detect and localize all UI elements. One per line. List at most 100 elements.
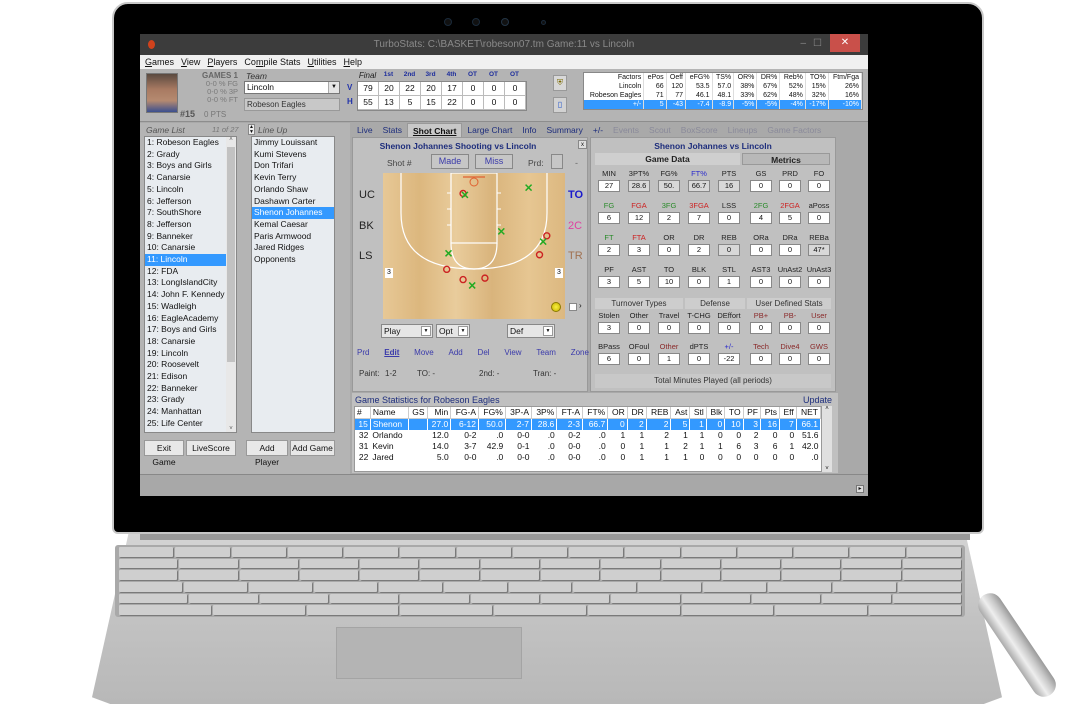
menu-games[interactable]: Games [145, 55, 174, 69]
table-row[interactable]: 31 Kevin 14.0 3-7 42.9 0-1 .0 0-0 .0 0 1 1 2 1 1 6 3 6 1 42… [355, 441, 821, 452]
chevron-down-icon[interactable]: ▼ [328, 82, 339, 93]
status-bar-arrow-icon[interactable]: ▸ [856, 485, 864, 493]
stats-column-header[interactable]: GS [408, 407, 428, 419]
stats-column-header[interactable]: Name [370, 407, 409, 419]
basketball-court[interactable]: 3 3 [383, 173, 565, 319]
stat-input-3fga[interactable]: 7 [688, 212, 710, 224]
link-del[interactable]: Del [478, 348, 490, 357]
stat-input-unast3[interactable]: 0 [808, 276, 830, 288]
add-player-button[interactable]: Add Player [246, 440, 288, 467]
stat-input-fga[interactable]: 12 [628, 212, 650, 224]
made-shot-marker[interactable] [525, 184, 533, 192]
stat-input-2fga[interactable]: 5 [779, 212, 801, 224]
stats-column-header[interactable]: OR [607, 407, 628, 419]
stat-input-dpts[interactable]: 0 [688, 353, 710, 365]
game-list-item[interactable]: 19: Lincoln [145, 348, 236, 360]
2c-label[interactable]: 2C [568, 220, 582, 232]
stat-input-dive4[interactable]: 0 [779, 353, 801, 365]
stat-input-dra[interactable]: 0 [779, 244, 801, 256]
tab-live[interactable]: Live [352, 123, 378, 137]
game-list[interactable]: 1: Robeson Eagles 2: Grady 3: Boys and Gir… [144, 136, 237, 433]
update-link[interactable]: Update [803, 395, 832, 405]
visitor-team-select[interactable]: Lincoln ▼ [244, 81, 340, 94]
play-select[interactable]: Play ▼ [381, 324, 433, 338]
lineup-spinner[interactable]: ▲ ▼ [248, 124, 255, 135]
stats-column-header[interactable]: Eff [779, 407, 797, 419]
stat-input-gs[interactable]: 0 [750, 180, 772, 192]
tab-scout[interactable]: Scout [644, 123, 676, 137]
link-zone[interactable]: Zone [571, 348, 589, 357]
lineup-item[interactable]: Kumi Stevens [252, 149, 334, 161]
stats-column-header[interactable]: FG-A [450, 407, 479, 419]
game-list-item[interactable]: 22: Banneker [145, 383, 236, 395]
stat-input-deffort[interactable]: 0 [718, 322, 740, 334]
lineup-item[interactable]: Jimmy Louissant [252, 137, 334, 149]
menu-help[interactable]: Help [343, 55, 362, 69]
stat-input-ast[interactable]: 5 [628, 276, 650, 288]
stat-input-[interactable]: -22 [718, 353, 740, 365]
exit-game-button[interactable]: Exit Game [144, 440, 184, 467]
made-button[interactable]: Made [431, 154, 469, 169]
toggle-checkbox[interactable] [569, 303, 577, 311]
missed-shot-marker[interactable] [481, 274, 489, 282]
link-move[interactable]: Move [414, 348, 434, 357]
stats-column-header[interactable]: 3P% [531, 407, 558, 419]
tab-summary[interactable]: Summary [542, 123, 588, 137]
to-label[interactable]: TO [568, 189, 583, 201]
tab-lineups[interactable]: Lineups [723, 123, 763, 137]
game-list-item[interactable]: 10: Canarsie [145, 242, 236, 254]
stat-input-tech[interactable]: 0 [750, 353, 772, 365]
three-point-marker-left[interactable]: 3 [385, 268, 393, 278]
game-list-item[interactable]: 3: Boys and Girls [145, 160, 236, 172]
stat-input-prd[interactable]: 0 [779, 180, 801, 192]
made-shot-marker[interactable] [444, 249, 453, 257]
uc-label[interactable]: UC [359, 189, 375, 201]
stat-input-fg[interactable]: 6 [598, 212, 620, 224]
metrics-header[interactable]: Metrics [742, 153, 830, 165]
game-list-item[interactable]: 6: Jefferson [145, 196, 236, 208]
tab--[interactable]: +/- [588, 123, 608, 137]
lineup-item[interactable]: Opponents [252, 254, 334, 266]
game-list-item[interactable]: 5: Lincoln [145, 184, 236, 196]
add-game-button[interactable]: Add Game [290, 440, 335, 456]
link-add[interactable]: Add [449, 348, 463, 357]
link-view[interactable]: View [504, 348, 521, 357]
stats-column-header[interactable]: FT% [582, 407, 609, 419]
menu-view[interactable]: View [181, 55, 200, 69]
game-list-item[interactable]: 9: Banneker [145, 231, 236, 243]
lineup-item[interactable]: Kemal Caesar [252, 219, 334, 231]
made-shot-marker[interactable] [461, 191, 469, 199]
game-list-item[interactable]: 12: FDA [145, 266, 236, 278]
table-row[interactable]: 15 Shenon 27.0 6-12 50.0 2-7 28.6 2-3 66.7 0 2 2 5 1 0… [355, 418, 821, 430]
close-button[interactable]: ✕ [830, 34, 860, 52]
lineup-item[interactable]: Kevin Terry [252, 172, 334, 184]
stat-input-travel[interactable]: 0 [658, 322, 680, 334]
stat-input-other[interactable]: 1 [658, 353, 680, 365]
link-team[interactable]: Team [536, 348, 556, 357]
chevron-down-icon[interactable]: ▼ [421, 326, 431, 336]
stat-input-stl[interactable]: 1 [718, 276, 740, 288]
chevron-right-icon[interactable]: › [579, 301, 582, 310]
game-data-header[interactable]: Game Data [595, 153, 740, 165]
scroll-down-icon[interactable]: ˅ [226, 426, 236, 432]
missed-shot-marker[interactable] [543, 232, 551, 240]
missed-shot-marker[interactable] [459, 275, 467, 284]
tab-stats[interactable]: Stats [378, 123, 407, 137]
opt-select[interactable]: Opt ▼ [436, 324, 470, 338]
game-list-item[interactable]: 23: Grady [145, 394, 236, 406]
table-row[interactable]: 22 Jared 5.0 0-0 .0 0-0 .0 0-0 .0 0 1 1 1 0 0 0 0 0 0 .0 [355, 452, 821, 463]
chevron-down-icon[interactable]: ▼ [458, 326, 468, 336]
game-list-item[interactable]: 15: Wadleigh [145, 301, 236, 313]
phone-icon[interactable]: ▯ [553, 97, 567, 113]
scroll-up-icon[interactable]: ˄ [226, 137, 236, 143]
game-list-item[interactable]: 8: Jefferson [145, 219, 236, 231]
stat-input-blk[interactable]: 0 [688, 276, 710, 288]
stat-input-tchg[interactable]: 0 [688, 322, 710, 334]
menu-compile-stats[interactable]: Compile Stats [244, 55, 300, 69]
tab-events[interactable]: Events [608, 123, 644, 137]
stats-column-header[interactable]: Stl [689, 407, 707, 419]
scroll-up-icon[interactable]: ˄ [822, 406, 832, 412]
lineup-item[interactable]: Dashawn Carter [252, 196, 334, 208]
game-list-item[interactable]: 18: Canarsie [145, 336, 236, 348]
stats-column-header[interactable]: FT-A [556, 407, 584, 419]
